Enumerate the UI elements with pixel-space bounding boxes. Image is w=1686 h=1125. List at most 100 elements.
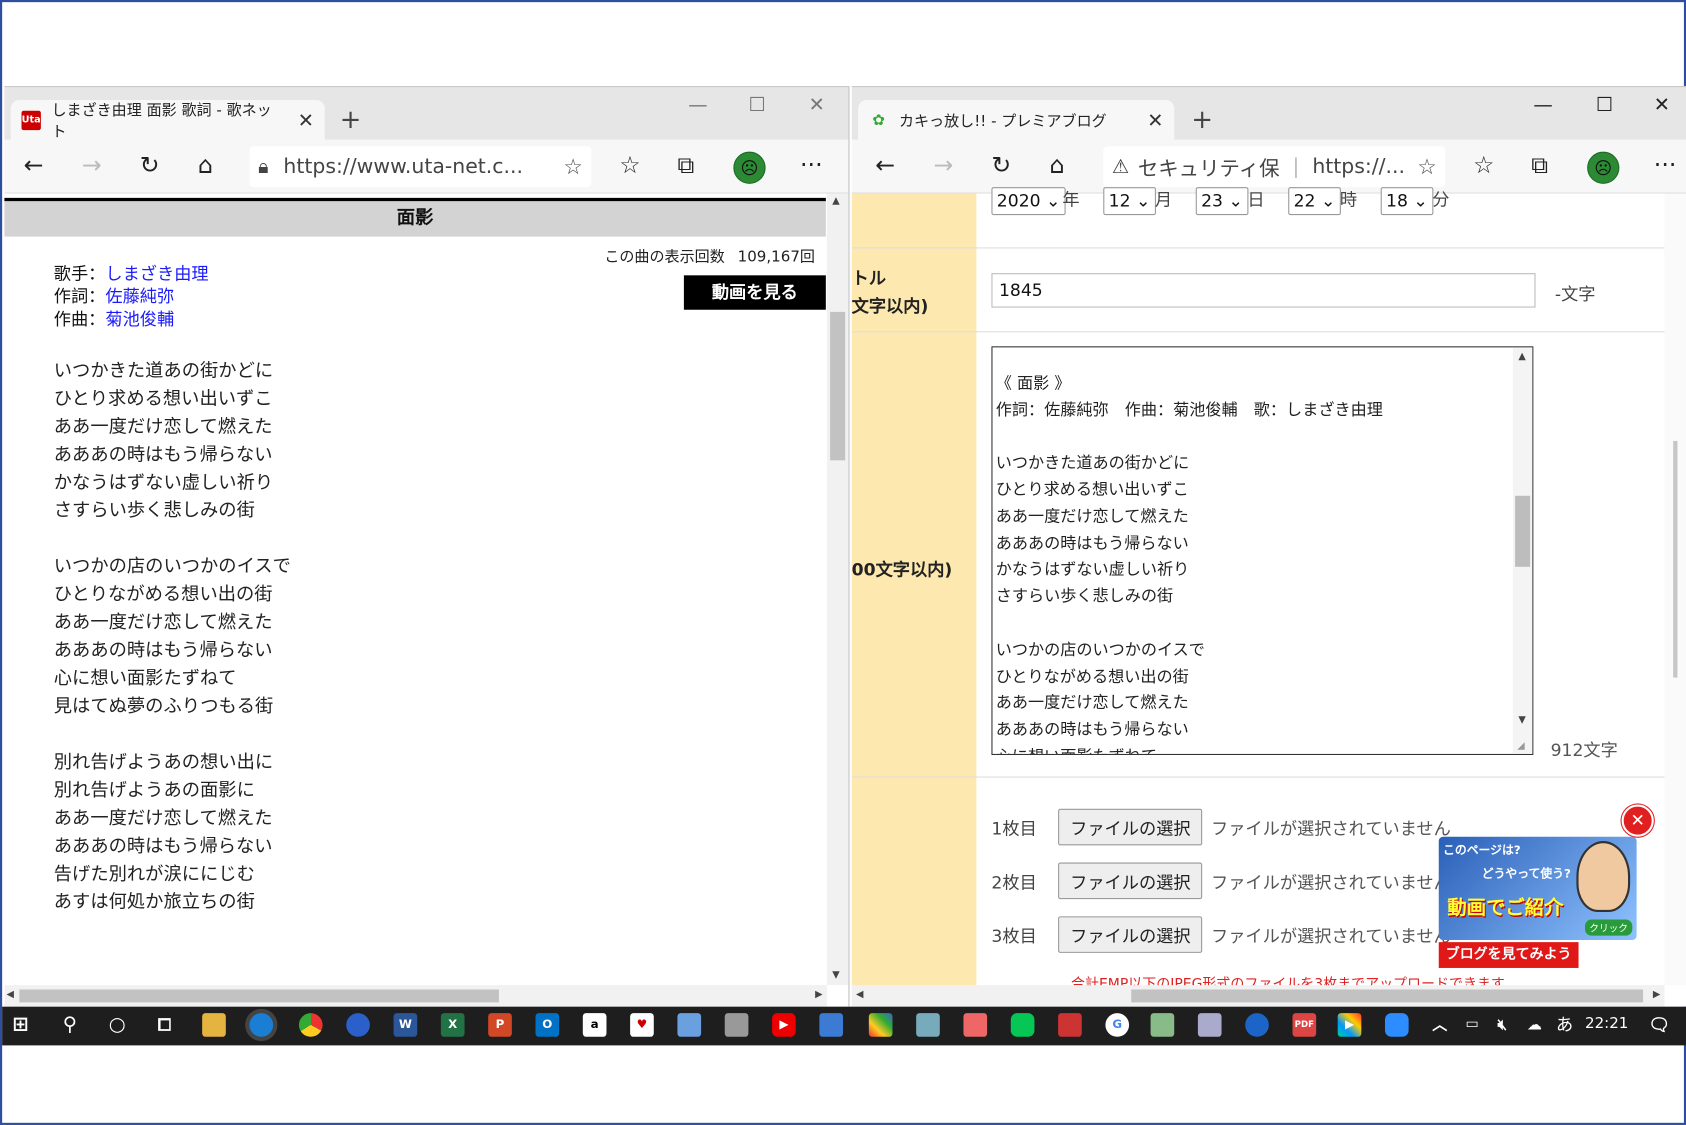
outlook-icon[interactable]: O xyxy=(535,1013,560,1037)
edge-icon[interactable] xyxy=(249,1013,274,1037)
month-select[interactable]: 12 ⌄ xyxy=(1103,187,1156,216)
google-play-icon[interactable]: ▶ xyxy=(1337,1013,1362,1037)
scroll-left-arrow-icon[interactable]: ◀ xyxy=(6,989,13,1000)
vertical-scrollbar[interactable] xyxy=(1664,193,1686,986)
back-icon[interactable]: ← xyxy=(24,153,44,181)
address-bar[interactable]: 🔒︎ https://www.uta-net.c... ☆ xyxy=(249,146,592,188)
hour-select[interactable]: 22 ⌄ xyxy=(1288,187,1341,216)
tab-premier-blog[interactable]: ✿ カキっ放し!! - プレミアブログ ✕ xyxy=(858,100,1175,141)
scroll-up-arrow-icon[interactable]: ▲ xyxy=(1518,352,1525,363)
amazon-icon[interactable]: a xyxy=(582,1013,607,1037)
powerpoint-icon[interactable]: P xyxy=(488,1013,512,1037)
battery-icon[interactable]: ▭ xyxy=(1460,1013,1484,1037)
scroll-left-arrow-icon[interactable]: ◀ xyxy=(856,989,863,1000)
system-clock[interactable]: 22:21 xyxy=(1585,1015,1628,1032)
hscroll-thumb[interactable] xyxy=(1131,989,1644,1003)
file-select-button-2[interactable]: ファイルの選択 xyxy=(1058,862,1203,900)
more-menu-icon[interactable]: ··· xyxy=(800,153,823,181)
app-icon[interactable]: ♥ xyxy=(630,1013,654,1037)
horizontal-scrollbar[interactable]: ◀ ▶ xyxy=(851,985,1665,1007)
new-tab-icon[interactable]: + xyxy=(1191,104,1213,134)
people-icon[interactable] xyxy=(346,1013,370,1037)
network-icon[interactable]: ☁ xyxy=(1523,1013,1547,1037)
app-icon[interactable] xyxy=(677,1013,702,1037)
favorite-star-icon[interactable]: ☆ xyxy=(1417,154,1436,180)
forward-icon[interactable]: → xyxy=(933,153,953,181)
favorites-icon[interactable]: ☆ xyxy=(1473,153,1494,181)
refresh-icon[interactable]: ↻ xyxy=(140,153,160,181)
app-icon[interactable] xyxy=(963,1013,988,1037)
search-icon[interactable]: ⚲ xyxy=(58,1013,82,1037)
file-select-button-3[interactable]: ファイルの選択 xyxy=(1058,916,1203,953)
more-menu-icon[interactable]: ··· xyxy=(1654,153,1677,181)
onedrive-icon[interactable] xyxy=(1245,1013,1269,1037)
windows-start-icon[interactable]: ⊞ xyxy=(9,1013,33,1037)
chrome-icon[interactable] xyxy=(298,1013,323,1037)
minimize-icon[interactable]: — xyxy=(688,94,707,117)
maximize-icon[interactable]: ☐ xyxy=(1596,94,1613,117)
maximize-icon[interactable]: ☐ xyxy=(748,94,765,117)
home-icon[interactable]: ⌂ xyxy=(1049,153,1064,181)
scroll-down-arrow-icon[interactable]: ▼ xyxy=(1518,715,1525,726)
minimize-icon[interactable]: — xyxy=(1533,94,1552,117)
pdf-png-icon[interactable]: PDF xyxy=(1292,1013,1317,1037)
video-intro-ad[interactable]: このページは? どうやって使う? 動画でご紹介 クリック ブログを見てみよう xyxy=(1438,836,1637,968)
scroll-thumb[interactable] xyxy=(1673,440,1678,678)
close-tab-icon[interactable]: ✕ xyxy=(285,109,314,132)
title-input[interactable]: 1845 xyxy=(991,273,1536,308)
forward-icon[interactable]: → xyxy=(82,153,102,181)
app-icon[interactable] xyxy=(1150,1013,1175,1037)
profile-avatar[interactable]: ☹ xyxy=(1587,151,1620,184)
address-bar[interactable]: ⚠ セキュリティ保 | https://... ☆ xyxy=(1103,146,1446,188)
youtube-icon[interactable]: ▶ xyxy=(772,1013,796,1037)
ad-footer-button[interactable]: ブログを見てみよう xyxy=(1438,942,1579,968)
home-icon[interactable]: ⌂ xyxy=(198,153,213,181)
scroll-up-arrow-icon[interactable]: ▲ xyxy=(832,196,839,207)
ime-indicator[interactable]: あ xyxy=(1553,1013,1577,1037)
collections-icon[interactable]: ⧉ xyxy=(1531,153,1548,181)
close-ad-icon[interactable]: ✕ xyxy=(1621,804,1654,837)
scroll-right-arrow-icon[interactable]: ▶ xyxy=(815,989,822,1000)
minute-select[interactable]: 18 ⌄ xyxy=(1380,187,1434,216)
profile-avatar[interactable]: ☹ xyxy=(733,151,766,184)
word-icon[interactable]: W xyxy=(393,1013,418,1037)
zoom-icon[interactable] xyxy=(1384,1013,1409,1037)
back-icon[interactable]: ← xyxy=(875,153,895,181)
singer-link[interactable]: しまざき由理 xyxy=(105,263,208,283)
textarea-scroll-thumb[interactable] xyxy=(1515,495,1531,567)
file-explorer-icon[interactable] xyxy=(202,1013,226,1037)
favorites-icon[interactable]: ☆ xyxy=(619,153,640,181)
year-select[interactable]: 2020 ⌄ xyxy=(991,187,1066,216)
collections-icon[interactable]: ⧉ xyxy=(677,153,694,181)
watch-video-button[interactable]: 動画を見る xyxy=(683,275,826,310)
app-icon[interactable] xyxy=(724,1013,749,1037)
composer-link[interactable]: 菊池俊輔 xyxy=(105,309,174,329)
cortana-icon[interactable]: ○ xyxy=(105,1013,129,1037)
close-tab-icon[interactable]: ✕ xyxy=(1134,109,1163,132)
body-textarea[interactable]: 《 面影 》 作詞：佐藤純弥 作曲：菊池俊輔 歌：しまざき由理 いつかきた道あの… xyxy=(991,346,1534,756)
app-icon[interactable] xyxy=(916,1013,940,1037)
scroll-right-arrow-icon[interactable]: ▶ xyxy=(1653,989,1660,1000)
favorite-star-icon[interactable]: ☆ xyxy=(564,154,583,180)
line-icon[interactable] xyxy=(1010,1013,1035,1037)
app-icon[interactable] xyxy=(1197,1013,1222,1037)
task-view-icon[interactable]: ⧠ xyxy=(153,1013,177,1037)
hscroll-thumb[interactable] xyxy=(19,989,499,1003)
chevron-up-icon[interactable]: ︿ xyxy=(1428,1013,1452,1037)
refresh-icon[interactable]: ↻ xyxy=(991,153,1011,181)
speaker-muted-icon[interactable]: 🔇︎ xyxy=(1490,1013,1514,1037)
textarea-scrollbar[interactable]: ▲ ▼ ◢ xyxy=(1512,347,1533,754)
horizontal-scrollbar[interactable]: ◀ ▶ xyxy=(4,985,827,1007)
app-icon[interactable] xyxy=(1058,1013,1082,1037)
file-select-button-1[interactable]: ファイルの選択 xyxy=(1058,808,1203,846)
tab-uta-net[interactable]: Uta しまざき由理 面影 歌詞 - 歌ネット ✕ xyxy=(10,100,325,141)
photos-icon[interactable] xyxy=(819,1013,844,1037)
app-icon[interactable] xyxy=(868,1013,893,1037)
new-tab-icon[interactable]: + xyxy=(340,104,362,134)
day-select[interactable]: 23 ⌄ xyxy=(1195,187,1249,216)
scroll-down-arrow-icon[interactable]: ▼ xyxy=(832,970,839,981)
resize-grip-icon[interactable]: ◢ xyxy=(1517,741,1524,752)
notification-icon[interactable]: 🗨 xyxy=(1647,1013,1671,1037)
google-icon[interactable]: G xyxy=(1105,1013,1130,1037)
lyricist-link[interactable]: 佐藤純弥 xyxy=(105,286,174,306)
